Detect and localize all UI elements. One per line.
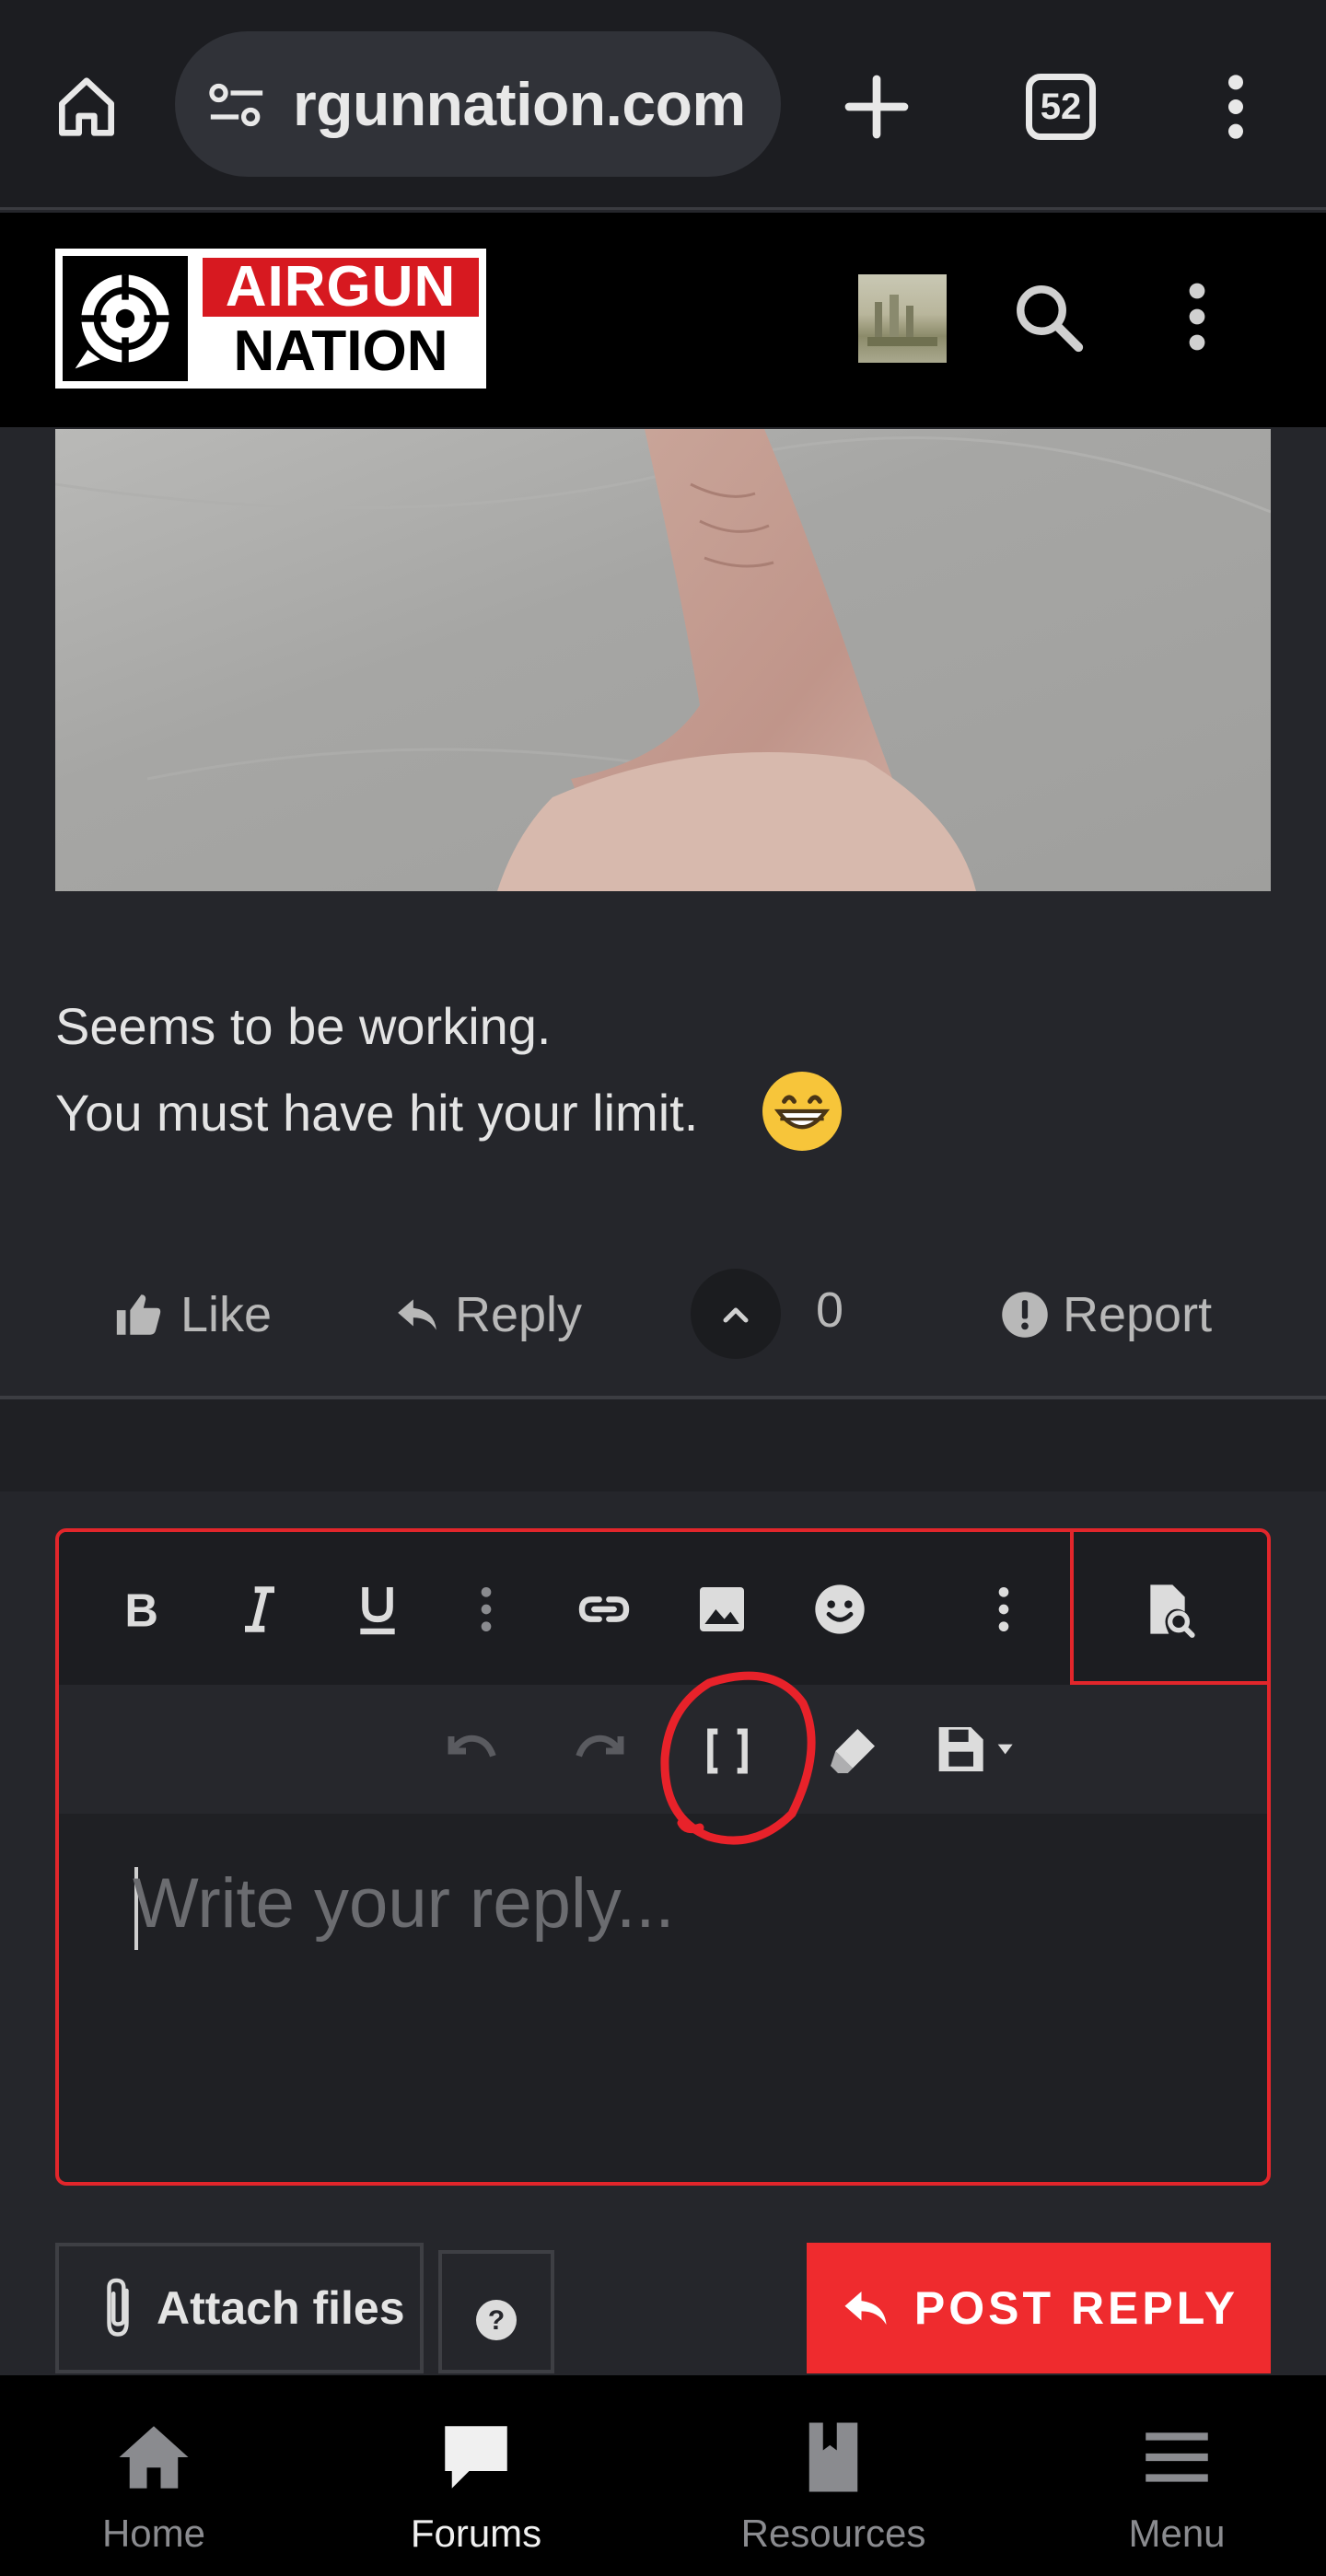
home-icon [119, 2426, 189, 2489]
upvote-button[interactable] [691, 1269, 781, 1359]
help-button[interactable]: ? [438, 2250, 554, 2373]
redo-icon[interactable] [569, 1722, 628, 1781]
avatar-image [867, 295, 937, 346]
alert-circle-icon [1002, 1292, 1048, 1338]
reply-arrow-icon [398, 1299, 436, 1330]
user-avatar[interactable] [858, 274, 947, 363]
more-options-icon[interactable] [1181, 278, 1214, 355]
attach-files-label: Attach files [157, 2282, 405, 2334]
nav-label: Forums [410, 2512, 542, 2555]
bottom-navigation: Home Forums Resources Menu [0, 2375, 1326, 2576]
link-icon[interactable] [575, 1580, 634, 1639]
crosshair-logo-icon [63, 256, 188, 381]
editor-toolbar: B [59, 1532, 1267, 1685]
svg-text:?: ? [488, 2305, 505, 2336]
home-icon[interactable] [50, 70, 123, 144]
menu-icon [1146, 2432, 1208, 2482]
nav-label: Menu [1128, 2512, 1226, 2555]
post-text-line: You must have hit your limit. [55, 1084, 699, 1142]
nav-label: Resources [740, 2512, 926, 2555]
reply-textarea-placeholder[interactable]: Write your reply... [133, 1863, 674, 1944]
post-text-line: Seems to be working. [55, 997, 552, 1055]
nav-label: Home [101, 2512, 206, 2555]
reply-button[interactable]: Reply [392, 1280, 582, 1350]
report-label: Report [1063, 1287, 1213, 1342]
annotation-circle [660, 1671, 816, 1845]
search-icon[interactable] [1009, 278, 1087, 355]
image-icon[interactable] [692, 1580, 751, 1639]
post-attachment-image[interactable] [55, 429, 1271, 891]
preview-icon [1150, 1584, 1195, 1638]
reply-arrow-icon [844, 2292, 887, 2325]
url-text[interactable]: rgunnation.com [293, 31, 746, 177]
logo-text-airgun: AIRGUN [203, 258, 479, 317]
grinning-face-emoji-icon [762, 1072, 842, 1151]
vote-count: 0 [816, 1282, 844, 1338]
finger-photo [55, 429, 1271, 891]
logo-text-nation: NATION [233, 319, 448, 383]
report-button[interactable]: Report [1000, 1280, 1212, 1350]
emoji-icon[interactable] [810, 1580, 869, 1639]
clear-format-icon[interactable] [823, 1722, 882, 1781]
tab-switcher-button[interactable]: 52 [1026, 74, 1096, 140]
section-gap [0, 1399, 1326, 1491]
thumbs-up-icon [116, 1294, 161, 1335]
undo-icon[interactable] [444, 1722, 503, 1781]
preview-toggle-button[interactable] [1070, 1532, 1267, 1685]
italic-icon[interactable] [230, 1580, 289, 1639]
chevron-up-icon [723, 1307, 749, 1323]
overflow-menu-icon[interactable] [1217, 70, 1254, 144]
bold-icon[interactable]: B [112, 1580, 171, 1639]
nav-resources[interactable]: Resources [700, 2375, 967, 2576]
resources-icon [808, 2422, 858, 2492]
more-text-icon[interactable] [457, 1580, 516, 1639]
more-insert-icon[interactable] [974, 1580, 1033, 1639]
drafts-icon[interactable] [930, 1720, 1031, 1779]
post-reply-label: POST REPLY [913, 2282, 1239, 2334]
attach-files-button[interactable]: Attach files [55, 2243, 424, 2373]
paperclip-icon [107, 2278, 129, 2337]
like-label: Like [180, 1287, 273, 1342]
underline-icon[interactable] [348, 1580, 407, 1639]
nav-home[interactable]: Home [0, 2375, 308, 2576]
nav-forums[interactable]: Forums [308, 2375, 645, 2576]
plus-icon[interactable] [840, 70, 913, 144]
reply-label: Reply [455, 1287, 583, 1342]
site-settings-icon[interactable] [206, 81, 267, 129]
like-button[interactable]: Like [110, 1280, 272, 1350]
nav-menu[interactable]: Menu [1039, 2375, 1315, 2576]
address-bar[interactable]: rgunnation.com [175, 31, 781, 177]
svg-text:B: B [124, 1584, 158, 1637]
post-reply-button[interactable]: POST REPLY [807, 2243, 1271, 2373]
question-circle-icon: ? [476, 2300, 517, 2340]
forums-icon [445, 2426, 507, 2489]
site-logo[interactable]: AIRGUN NATION [55, 249, 486, 389]
